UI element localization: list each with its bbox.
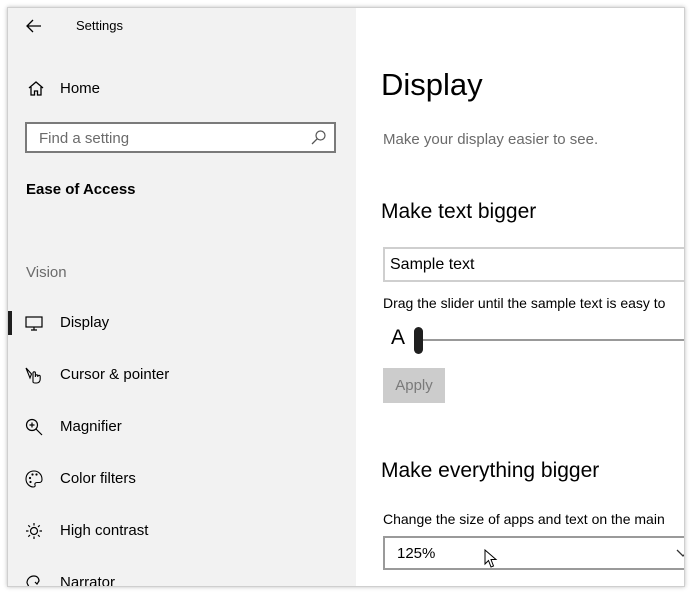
pointer-icon bbox=[25, 367, 41, 384]
home-nav-item[interactable]: Home bbox=[8, 74, 356, 104]
sample-text-preview: Sample text bbox=[383, 247, 684, 282]
sun-icon bbox=[26, 523, 42, 539]
search-placeholder: Find a setting bbox=[39, 130, 130, 147]
monitor-icon bbox=[25, 316, 43, 331]
section-title: Ease of Access bbox=[26, 181, 136, 198]
sample-text: Sample text bbox=[390, 256, 475, 273]
text-size-heading: Make text bigger bbox=[381, 200, 537, 223]
title-bar: Settings bbox=[8, 8, 356, 44]
palette-icon bbox=[25, 470, 43, 488]
search-input[interactable]: Find a setting bbox=[25, 122, 336, 153]
sidebar-item-color-filters[interactable]: Color filters bbox=[8, 459, 356, 499]
sidebar-item-display[interactable]: Display bbox=[8, 303, 356, 343]
selection-indicator bbox=[8, 311, 12, 335]
page-title: Display bbox=[381, 67, 483, 102]
sidebar-item-label: Color filters bbox=[60, 470, 136, 487]
back-arrow-icon bbox=[26, 19, 41, 33]
magnifier-icon bbox=[25, 418, 43, 436]
sidebar-item-high-contrast[interactable]: High contrast bbox=[8, 511, 356, 551]
sidebar-item-label: Narrator bbox=[60, 574, 116, 587]
slider-instructions: Drag the slider until the sample text is… bbox=[383, 295, 666, 311]
chevron-down-icon bbox=[676, 549, 684, 557]
sidebar-item-narrator[interactable]: Narrator bbox=[8, 563, 356, 587]
text-size-slider-thumb[interactable] bbox=[414, 327, 423, 354]
mouse-cursor-icon bbox=[484, 549, 498, 568]
scale-dropdown-value: 125% bbox=[397, 545, 436, 562]
slider-a-glyph: A bbox=[391, 326, 406, 349]
sidebar-item-label: Display bbox=[60, 314, 110, 331]
settings-window: Settings Home Find a setting Ease of Acc… bbox=[7, 7, 685, 587]
sidebar-item-cursor-pointer[interactable]: Cursor & pointer bbox=[8, 355, 356, 395]
sidebar-item-label: Cursor & pointer bbox=[60, 366, 170, 383]
narrator-icon bbox=[26, 575, 40, 586]
scale-heading: Make everything bigger bbox=[381, 459, 600, 482]
sidebar-item-magnifier[interactable]: Magnifier bbox=[8, 407, 356, 447]
sidebar-item-label: High contrast bbox=[60, 522, 149, 539]
back-button[interactable] bbox=[22, 14, 46, 38]
search-icon bbox=[311, 130, 326, 145]
group-label-vision: Vision bbox=[26, 264, 67, 281]
text-size-slider-track[interactable] bbox=[420, 339, 684, 341]
apply-button[interactable]: Apply bbox=[383, 368, 445, 403]
home-label: Home bbox=[60, 80, 101, 97]
page-description: Make your display easier to see. bbox=[383, 131, 599, 148]
sidebar-item-label: Magnifier bbox=[60, 418, 122, 435]
main-content: Display Make your display easier to see.… bbox=[356, 8, 684, 586]
home-icon bbox=[28, 81, 44, 96]
scale-instructions: Change the size of apps and text on the … bbox=[383, 511, 665, 527]
app-title: Settings bbox=[76, 18, 123, 33]
sidebar: Settings Home Find a setting Ease of Acc… bbox=[8, 8, 356, 586]
scale-dropdown[interactable]: 125% bbox=[383, 536, 684, 570]
